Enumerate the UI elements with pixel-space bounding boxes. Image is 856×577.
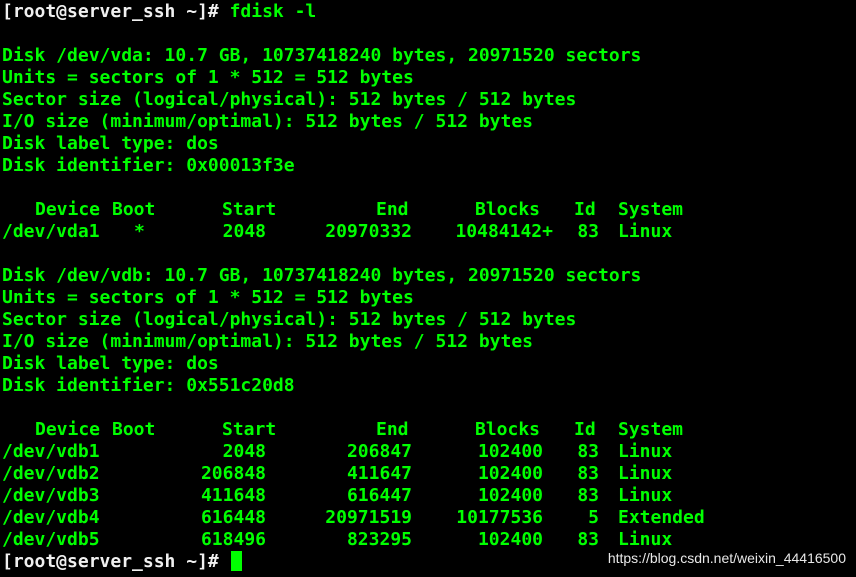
column-header-device: Device [35, 419, 101, 440]
io-size-line: I/O size (minimum/optimal): 512 bytes / … [2, 331, 534, 352]
units-line: Units = sectors of 1 * 512 = 512 bytes [2, 67, 414, 88]
cell-id: 83 [577, 221, 599, 242]
command-line: [root@server_ssh ~]# fdisk -l [2, 1, 856, 23]
disk-section-vda: Disk /dev/vda: 10.7 GB, 10737418240 byte… [2, 45, 856, 265]
cell-blocks: 102400 [477, 463, 543, 484]
text-cursor [230, 551, 242, 571]
shell-prompt: [root@server_ssh ~]# [2, 1, 230, 22]
cell-id: 5 [588, 507, 599, 528]
table-row: /dev/vdb2 206848 411647 102400 83 Linux [2, 463, 856, 485]
cell-end: 20970332 [325, 221, 412, 242]
cell-end: 823295 [346, 529, 412, 550]
disk-identifier-line: Disk identifier: 0x551c20d8 [2, 375, 295, 396]
table-row: /dev/vdb4 616448 20971519 10177536 5 Ext… [2, 507, 856, 529]
watermark-text: https://blog.csdn.net/weixin_44416500 [607, 550, 846, 566]
disk-info-line: Disk /dev/vdb: 10.7 GB, 10737418240 byte… [2, 265, 642, 286]
shell-prompt: [root@server_ssh ~]# [2, 551, 230, 572]
column-header-boot: Boot [112, 419, 156, 440]
cell-end: 411647 [346, 463, 412, 484]
label-type-line: Disk label type: dos [2, 133, 219, 154]
cell-id: 83 [577, 485, 599, 506]
cell-start: 2048 [222, 441, 266, 462]
cell-id: 83 [577, 441, 599, 462]
cell-blocks: 10484142+ [455, 221, 553, 242]
column-header-start: Start [222, 199, 277, 220]
cell-device: /dev/vdb2 [2, 463, 100, 484]
label-type-line: Disk label type: dos [2, 353, 219, 374]
cell-blocks: 10177536 [456, 507, 543, 528]
units-line: Units = sectors of 1 * 512 = 512 bytes [2, 287, 414, 308]
cell-end: 20971519 [325, 507, 412, 528]
disk-identifier-line: Disk identifier: 0x00013f3e [2, 155, 295, 176]
cell-system: Linux [618, 463, 673, 484]
table-row: /dev/vdb3 411648 616447 102400 83 Linux [2, 485, 856, 507]
column-header-id: Id [574, 419, 596, 440]
cell-device: /dev/vdb5 [2, 529, 100, 550]
cell-blocks: 102400 [477, 485, 543, 506]
column-header-id: Id [574, 199, 596, 220]
cell-device: /dev/vdb3 [2, 485, 100, 506]
disk-info-line: Disk /dev/vda: 10.7 GB, 10737418240 byte… [2, 45, 642, 66]
cell-system: Extended [618, 507, 705, 528]
partition-table: Device Boot Start End Blocks Id System /… [2, 419, 856, 551]
cell-end: 616447 [346, 485, 412, 506]
table-header-row: Device Boot Start End Blocks Id System [2, 419, 856, 441]
disk-section-vdb: Disk /dev/vdb: 10.7 GB, 10737418240 byte… [2, 265, 856, 551]
cell-id: 83 [577, 529, 599, 550]
column-header-device: Device [35, 199, 101, 220]
column-header-system: System [618, 199, 684, 220]
cell-system: Linux [618, 221, 673, 242]
column-header-blocks: Blocks [475, 419, 541, 440]
partition-table: Device Boot Start End Blocks Id System /… [2, 199, 856, 243]
cell-start: 2048 [222, 221, 266, 242]
cell-start: 206848 [200, 463, 266, 484]
cell-end: 206847 [346, 441, 412, 462]
cell-start: 411648 [200, 485, 266, 506]
cell-blocks: 102400 [477, 529, 543, 550]
cell-system: Linux [618, 485, 673, 506]
column-header-system: System [618, 419, 684, 440]
column-header-start: Start [222, 419, 277, 440]
cell-id: 83 [577, 463, 599, 484]
table-row: /dev/vdb1 2048 206847 102400 83 Linux [2, 441, 856, 463]
cell-start: 616448 [200, 507, 266, 528]
cell-device: /dev/vdb1 [2, 441, 100, 462]
cell-device: /dev/vdb4 [2, 507, 100, 528]
column-header-end: End [376, 419, 409, 440]
sector-size-line: Sector size (logical/physical): 512 byte… [2, 309, 577, 330]
table-row: /dev/vda1 * 2048 20970332 10484142+ 83 L… [2, 221, 856, 243]
io-size-line: I/O size (minimum/optimal): 512 bytes / … [2, 111, 534, 132]
column-header-blocks: Blocks [475, 199, 541, 220]
cell-device: /dev/vda1 [2, 221, 100, 242]
cell-boot: * [134, 221, 145, 242]
command-text: fdisk -l [229, 1, 317, 22]
cell-system: Linux [618, 441, 673, 462]
column-header-end: End [376, 199, 409, 220]
terminal-window[interactable]: [root@server_ssh ~]# fdisk -l Disk /dev/… [0, 0, 856, 577]
table-header-row: Device Boot Start End Blocks Id System [2, 199, 856, 221]
column-header-boot: Boot [112, 199, 156, 220]
cell-blocks: 102400 [477, 441, 543, 462]
cell-start: 618496 [200, 529, 266, 550]
sector-size-line: Sector size (logical/physical): 512 byte… [2, 89, 577, 110]
